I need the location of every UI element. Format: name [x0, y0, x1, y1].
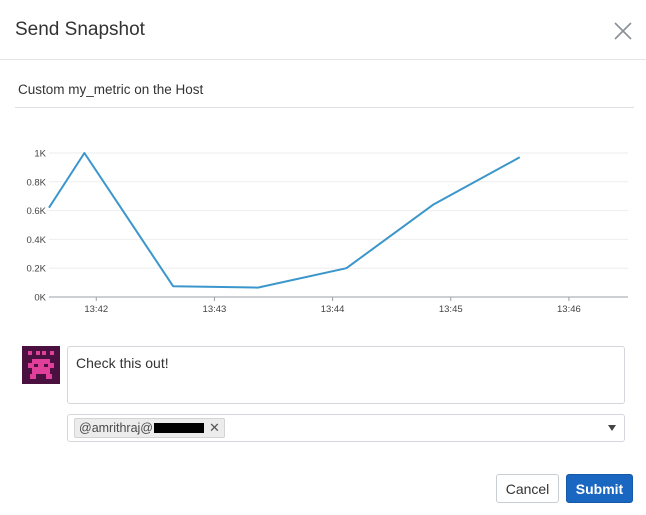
x-tick-label: 13:45 [439, 304, 463, 315]
graph-title: Custom my_metric on the Host [18, 82, 204, 97]
series-line [48, 152, 521, 289]
remove-x-icon[interactable]: ✕ [209, 420, 220, 436]
y-tick-label: 1K [34, 149, 46, 160]
x-tick-label: 13:43 [203, 304, 227, 315]
y-tick-label: 0.4K [26, 235, 46, 246]
recipients-select[interactable]: @amrithraj@ ✕ [67, 414, 625, 442]
redacted-block [154, 423, 204, 433]
y-tick-label: 0.8K [26, 177, 46, 188]
comment-textarea[interactable]: Check this out! [67, 346, 625, 404]
y-tick-label: 0.6K [26, 206, 46, 217]
submit-button[interactable]: Submit [566, 474, 633, 503]
close-icon[interactable] [612, 20, 634, 42]
cancel-button[interactable]: Cancel [496, 474, 559, 503]
dialog-header: Send Snapshot [0, 0, 646, 60]
recipient-tag-label: @amrithraj@ [79, 421, 153, 435]
recipient-tag: @amrithraj@ ✕ [74, 418, 225, 438]
graph-title-divider [15, 107, 634, 108]
caret-down-icon[interactable] [608, 425, 616, 431]
metric-line-chart: 0K 0.2K 0.4K 0.6K 0.8K 1K 13:42 13:43 13:44 13:45… [26, 149, 628, 315]
x-tick-label: 13:42 [84, 304, 108, 315]
y-tick-label: 0.2K [26, 264, 46, 275]
dialog-title: Send Snapshot [15, 19, 145, 40]
user-avatar-icon [22, 346, 60, 384]
x-tick-label: 13:44 [321, 304, 345, 315]
x-tick-label: 13:46 [557, 304, 581, 315]
y-tick-label: 0K [34, 293, 46, 304]
